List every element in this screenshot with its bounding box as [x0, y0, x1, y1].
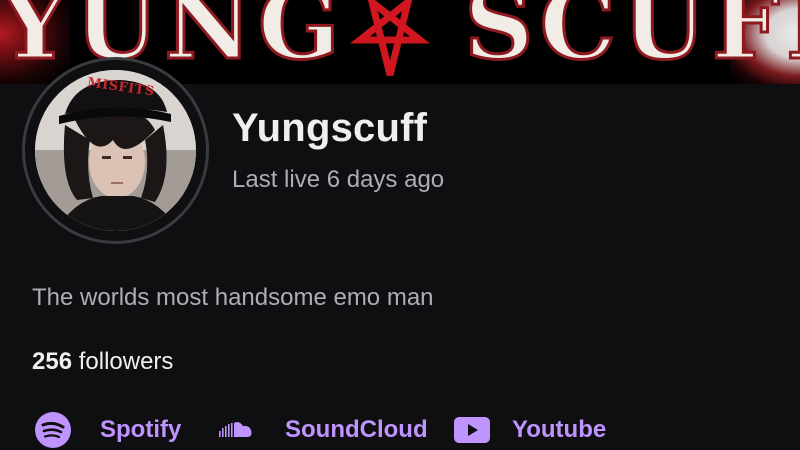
youtube-link[interactable]: Youtube [454, 410, 606, 450]
channel-page: YUNG SCUFF MISFITS Yungscuff Last live 6… [0, 0, 800, 450]
soundcloud-icon [219, 422, 252, 437]
spotify-icon [35, 412, 71, 448]
youtube-label: Youtube [512, 416, 607, 443]
social-links: Spotify SoundCloud Youtube [0, 410, 800, 450]
followers-label: followers [78, 348, 174, 375]
spotify-label: Spotify [100, 416, 182, 443]
soundcloud-label: SoundCloud [285, 416, 428, 443]
youtube-icon [454, 417, 490, 443]
channel-name[interactable]: Yungscuff [232, 106, 427, 151]
avatar-ring[interactable]: MISFITS [22, 57, 209, 244]
followers-count: 256 followers [32, 348, 173, 376]
last-live-status: Last live 6 days ago [232, 166, 445, 193]
pentagram-icon [349, 0, 431, 76]
followers-number: 256 [32, 348, 73, 375]
spotify-link[interactable]: Spotify [34, 410, 181, 450]
avatar: MISFITS [35, 70, 196, 231]
soundcloud-link[interactable]: SoundCloud [219, 410, 428, 450]
channel-bio: The worlds most handsome emo man [32, 284, 434, 311]
